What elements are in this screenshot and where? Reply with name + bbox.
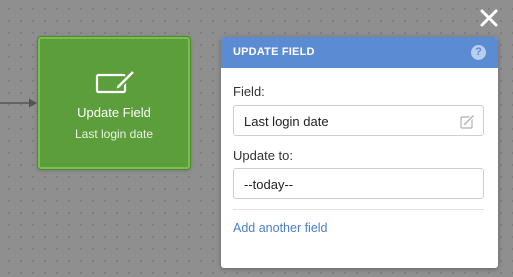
update-to-input[interactable]: --today-- <box>233 168 484 199</box>
close-icon[interactable] <box>477 6 501 30</box>
panel-divider <box>233 209 484 210</box>
update-field-panel: UPDATE FIELD ? Field: Last login date Up… <box>221 37 498 268</box>
add-another-field-link[interactable]: Add another field <box>233 221 328 236</box>
panel-header: UPDATE FIELD ? <box>221 37 498 68</box>
update-to-label: Update to: <box>233 148 293 163</box>
update-to-value: --today-- <box>244 177 294 192</box>
node-subtitle: Last login date <box>74 127 154 141</box>
help-icon[interactable]: ? <box>471 45 486 60</box>
field-label: Field: <box>233 84 265 99</box>
field-select-value: Last login date <box>244 114 329 129</box>
edit-icon[interactable] <box>460 114 475 129</box>
edit-field-icon <box>93 67 139 95</box>
incoming-connector-arrow <box>0 97 40 109</box>
node-title: Update Field <box>77 105 151 120</box>
update-field-node[interactable]: Update Field Last login date <box>38 37 190 169</box>
panel-title: UPDATE FIELD <box>233 46 315 58</box>
field-select-input[interactable]: Last login date <box>233 105 484 136</box>
